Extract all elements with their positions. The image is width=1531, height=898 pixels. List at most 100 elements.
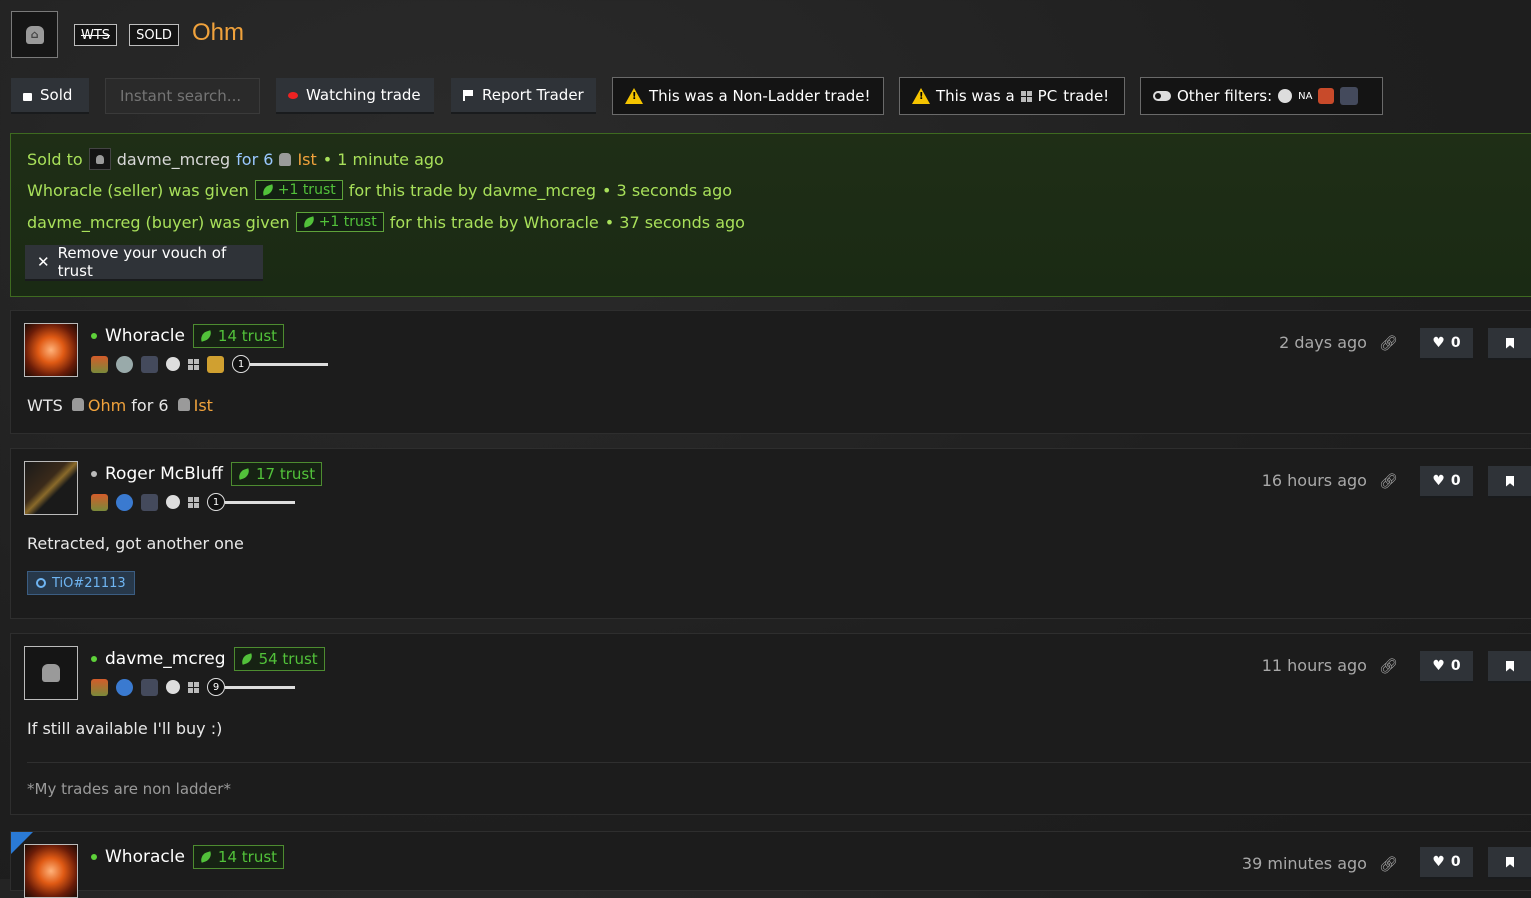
battletag-label: TiO#21113: [52, 575, 126, 591]
trust-badge[interactable]: 17 trust: [230, 462, 323, 486]
avatar[interactable]: [24, 323, 78, 377]
username[interactable]: Whoracle: [105, 847, 185, 867]
post-author: Whoracle 14 trust: [91, 845, 285, 869]
post-text: Retracted, got another one: [27, 534, 244, 553]
remove-vouch-label: Remove your vouch of trust: [57, 244, 227, 280]
report-trader-button[interactable]: Report Trader: [451, 78, 596, 114]
post-time-label: 2 days ago: [1279, 333, 1367, 352]
ladder-value: Non-Ladder: [732, 87, 820, 105]
trust-label: 14 trust: [217, 327, 278, 345]
like-count: 0: [1450, 335, 1461, 351]
avatar[interactable]: [24, 844, 78, 898]
ist-rune-icon: [279, 152, 292, 166]
like-button[interactable]: ♥ 0: [1420, 328, 1473, 360]
search-input[interactable]: [105, 78, 260, 114]
post-signature: *My trades are non ladder*: [27, 780, 231, 798]
post-time: 11 hours ago 🔗︎: [1262, 656, 1398, 675]
avatar[interactable]: [24, 646, 78, 700]
toggle-icon: [1153, 91, 1171, 101]
windows-icon: [188, 358, 199, 370]
region-label: NA: [1298, 90, 1313, 102]
buyer-vouch-by: for this trade by Whoracle: [389, 212, 599, 232]
trust-badge[interactable]: 54 trust: [233, 647, 325, 671]
ladder-suffix: trade!: [819, 87, 871, 105]
sold-button[interactable]: Sold: [11, 78, 89, 114]
user-icons: 1: [91, 355, 328, 373]
globe-icon: [1278, 89, 1293, 103]
trust-badge[interactable]: 14 trust: [192, 324, 285, 348]
medals-icon: [207, 355, 224, 373]
link-icon[interactable]: 🔗︎: [1379, 472, 1398, 490]
avatar[interactable]: [24, 461, 78, 515]
link-icon[interactable]: 🔗︎: [1379, 334, 1398, 352]
seller-given-text: Whoracle (seller) was given: [27, 180, 249, 200]
level-progress: [250, 362, 328, 366]
heart-icon: ♥: [1432, 854, 1445, 870]
username[interactable]: davme_mcreg: [105, 649, 226, 669]
post-time: 2 days ago 🔗︎: [1279, 333, 1398, 352]
other-filters[interactable]: Other filters: NA: [1140, 77, 1383, 115]
heart-icon: ♥: [1432, 473, 1445, 489]
globe-icon: [166, 357, 180, 371]
ist-rune-icon: [177, 398, 190, 411]
report-trader-label: Report Trader: [482, 86, 584, 104]
post-item-name[interactable]: Ohm: [88, 396, 126, 415]
bookmark-button[interactable]: [1488, 651, 1531, 683]
level-badge: 9: [207, 678, 225, 696]
like-button[interactable]: ♥ 0: [1420, 847, 1473, 879]
windows-icon: [1020, 90, 1032, 102]
post-time: 39 minutes ago 🔗︎: [1242, 854, 1398, 873]
like-button[interactable]: ♥ 0: [1420, 651, 1473, 683]
buyer-name[interactable]: davme_mcreg: [117, 150, 230, 169]
online-status-icon: [91, 854, 97, 860]
hardcore-icon: [1318, 88, 1335, 104]
lock-icon: [23, 93, 32, 101]
battlenet-icon: [116, 678, 133, 696]
buyer-vouch-time: • 37 seconds ago: [604, 212, 745, 232]
pc-prefix: This was a: [936, 87, 1015, 105]
character-icon: [91, 355, 108, 373]
page-title: Ohm: [192, 19, 245, 46]
offline-status-icon: [91, 471, 97, 477]
seller-vouch-time: • 3 seconds ago: [602, 180, 733, 200]
warning-icon: [625, 88, 643, 104]
username[interactable]: Whoracle: [105, 326, 185, 346]
leaf-icon: [301, 216, 316, 228]
trust-badge[interactable]: 14 trust: [192, 845, 285, 869]
warning-icon: [912, 88, 930, 104]
sold-tag: SOLD: [129, 24, 179, 46]
bookmark-button[interactable]: [1488, 328, 1531, 360]
post-wts: WTS: [27, 396, 63, 415]
bookmark-button[interactable]: [1488, 466, 1531, 498]
like-count: 0: [1450, 854, 1461, 870]
post-author: davme_mcreg 54 trust: [91, 647, 325, 671]
expansion-icon: [141, 355, 158, 373]
link-icon[interactable]: 🔗︎: [1379, 855, 1398, 873]
battletag-badge[interactable]: TiO#21113: [27, 571, 135, 595]
leaf-icon: [198, 330, 213, 342]
expansion-icon: [141, 493, 158, 511]
level-progress: [225, 500, 295, 504]
post-price-item[interactable]: Ist: [194, 396, 213, 415]
battlenet-icon: [36, 578, 46, 588]
ohm-rune-icon: ⌂: [25, 25, 44, 44]
item-thumbnail: ⌂: [11, 11, 58, 58]
sold-line: Sold to davme_mcreg for 6 Ist • 1 minute…: [27, 148, 444, 170]
link-icon[interactable]: 🔗︎: [1379, 657, 1398, 675]
post-time: 16 hours ago 🔗︎: [1262, 471, 1398, 490]
sold-button-label: Sold: [40, 86, 73, 104]
globe-icon: [166, 495, 180, 509]
buyer-avatar-icon: [88, 148, 111, 170]
pc-suffix: trade!: [1063, 87, 1110, 105]
bookmark-button[interactable]: [1488, 847, 1531, 879]
post-author: Whoracle 14 trust: [91, 324, 285, 348]
price-item[interactable]: Ist: [297, 150, 316, 169]
online-status-icon: [91, 333, 97, 339]
username[interactable]: Roger McBluff: [105, 464, 223, 484]
remove-vouch-button[interactable]: ✕ Remove your vouch of trust: [25, 244, 263, 281]
like-button[interactable]: ♥ 0: [1420, 466, 1473, 498]
watching-trade-button[interactable]: Watching trade: [276, 78, 434, 114]
bookmark-icon: [1506, 337, 1514, 349]
flag-icon: [463, 89, 474, 101]
expansion-icon: [141, 678, 158, 696]
